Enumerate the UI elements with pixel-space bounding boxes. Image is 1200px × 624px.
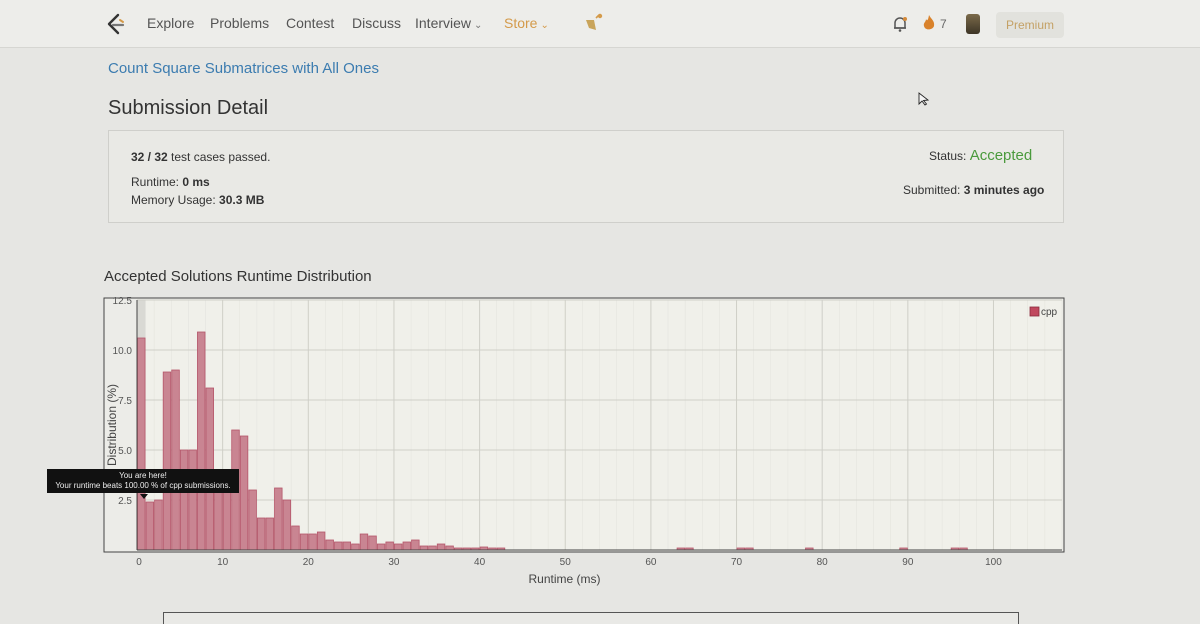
bar[interactable]	[316, 531, 326, 551]
status-result: Status: Accepted	[929, 147, 1032, 164]
memory-label: Memory Usage:	[131, 193, 220, 207]
y-tick-label: 12.5	[113, 296, 133, 307]
nav-store-label: Store	[504, 15, 538, 31]
bar[interactable]	[188, 449, 197, 551]
bar[interactable]	[308, 533, 317, 551]
x-tick-label: 40	[474, 557, 486, 568]
status-badge[interactable]: Accepted	[970, 147, 1033, 164]
bar[interactable]	[291, 525, 300, 551]
legend-swatch-cpp	[1029, 306, 1040, 317]
test-cases-suffix: test cases passed.	[167, 150, 271, 164]
leetcode-logo-icon[interactable]	[104, 13, 126, 35]
bar[interactable]	[248, 489, 257, 551]
bar[interactable]	[402, 541, 411, 551]
problem-title-link[interactable]: Count Square Submatrices with All Ones	[108, 60, 379, 77]
code-panel	[163, 612, 1019, 624]
bar[interactable]	[179, 449, 189, 551]
bar[interactable]	[239, 435, 249, 551]
tooltip-arrow-icon	[140, 494, 148, 499]
bar[interactable]	[376, 543, 386, 551]
status-label: Status:	[929, 149, 970, 163]
bar[interactable]	[334, 541, 343, 551]
nav-discuss[interactable]: Discuss	[352, 15, 401, 31]
runtime-label: Runtime:	[131, 175, 183, 189]
bar[interactable]	[368, 535, 377, 551]
bar[interactable]	[359, 533, 369, 551]
avatar[interactable]	[966, 14, 980, 34]
bell-icon[interactable]	[891, 15, 909, 33]
bar[interactable]	[342, 541, 352, 551]
nav-explore[interactable]: Explore	[147, 15, 194, 31]
chart-title: Accepted Solutions Runtime Distribution	[104, 268, 372, 285]
submitted-time: 3 minutes ago	[963, 183, 1045, 197]
x-tick-label: 90	[902, 557, 914, 568]
bar[interactable]	[222, 485, 232, 551]
nav-interview[interactable]: Interview ⌄	[415, 15, 482, 31]
bar[interactable]	[282, 499, 292, 551]
y-tick-label: 7.5	[118, 396, 132, 407]
submission-summary-panel: 32 / 32 test cases passed. Runtime: 0 ms…	[108, 130, 1064, 223]
chevron-down-icon: ⌄	[540, 20, 549, 31]
x-tick-label: 10	[217, 557, 229, 568]
page-title: Submission Detail	[108, 97, 269, 119]
top-navbar: Explore Problems Contest Discuss Intervi…	[0, 0, 1200, 48]
y-tick-label: 2.5	[118, 496, 132, 507]
nav-store[interactable]: Store ⌄	[504, 15, 549, 31]
submitted-label: Submitted:	[903, 183, 964, 197]
memory-value: 30.3 MB	[219, 193, 265, 207]
legend-label-cpp: cpp	[1041, 307, 1058, 318]
runtime-result: Runtime: 0 ms	[131, 175, 210, 189]
bar[interactable]	[137, 337, 146, 551]
test-cases-count: 32 / 32	[131, 150, 168, 164]
bar[interactable]	[145, 501, 155, 551]
test-cases-result: 32 / 32 test cases passed.	[131, 150, 270, 164]
tooltip-line-1: You are here!	[119, 471, 167, 480]
nav-problems[interactable]: Problems	[210, 15, 269, 31]
x-axis-label: Runtime (ms)	[528, 572, 600, 586]
y-axis-label: Distribution (%)	[105, 384, 119, 466]
x-tick-label: 60	[645, 557, 657, 568]
tooltip-line-2: Your runtime beats 100.00 % of cpp submi…	[55, 481, 231, 490]
x-tick-label: 80	[817, 557, 829, 568]
memory-result: Memory Usage: 30.3 MB	[131, 193, 264, 207]
submitted-result: Submitted: 3 minutes ago	[903, 183, 1044, 197]
x-tick-label: 0	[136, 557, 142, 568]
bar[interactable]	[274, 487, 283, 551]
nav-interview-label: Interview	[415, 15, 472, 31]
bar[interactable]	[299, 533, 309, 551]
runtime-value: 0 ms	[182, 175, 210, 189]
bar[interactable]	[445, 545, 454, 551]
bar[interactable]	[385, 541, 394, 551]
chevron-down-icon: ⌄	[474, 20, 483, 31]
bar[interactable]	[436, 543, 446, 551]
bar[interactable]	[214, 485, 223, 551]
tooltip: You are here! Your runtime beats 100.00 …	[47, 469, 239, 493]
bar[interactable]	[257, 517, 266, 551]
bar[interactable]	[411, 539, 420, 551]
runtime-distribution-chart: 0 10 20 30 40 50 60 70 80 90 100 2.5 5.0 7.5 10.0 12.5 R…	[103, 296, 1065, 586]
mascot-icon[interactable]	[583, 10, 607, 34]
bar[interactable]	[197, 331, 206, 551]
bar[interactable]	[325, 539, 334, 551]
x-tick-label: 50	[560, 557, 572, 568]
bar[interactable]	[265, 517, 274, 551]
bar[interactable]	[351, 543, 360, 551]
x-tick-label: 70	[731, 557, 743, 568]
bar[interactable]	[394, 543, 403, 551]
bar[interactable]	[154, 499, 163, 551]
bar[interactable]	[428, 545, 437, 551]
y-tick-label: 5.0	[118, 446, 132, 457]
fire-icon[interactable]	[922, 14, 936, 32]
bar[interactable]	[162, 371, 172, 551]
x-tick-label: 20	[303, 557, 315, 568]
bar[interactable]	[171, 369, 180, 551]
mouse-cursor-icon	[918, 92, 930, 106]
nav-contest[interactable]: Contest	[286, 15, 334, 31]
y-tick-label: 10.0	[113, 346, 133, 357]
x-tick-label: 30	[388, 557, 400, 568]
streak-count: 7	[940, 17, 947, 31]
premium-button[interactable]: Premium	[996, 12, 1064, 38]
x-tick-label: 100	[985, 557, 1002, 568]
bar[interactable]	[419, 545, 429, 551]
